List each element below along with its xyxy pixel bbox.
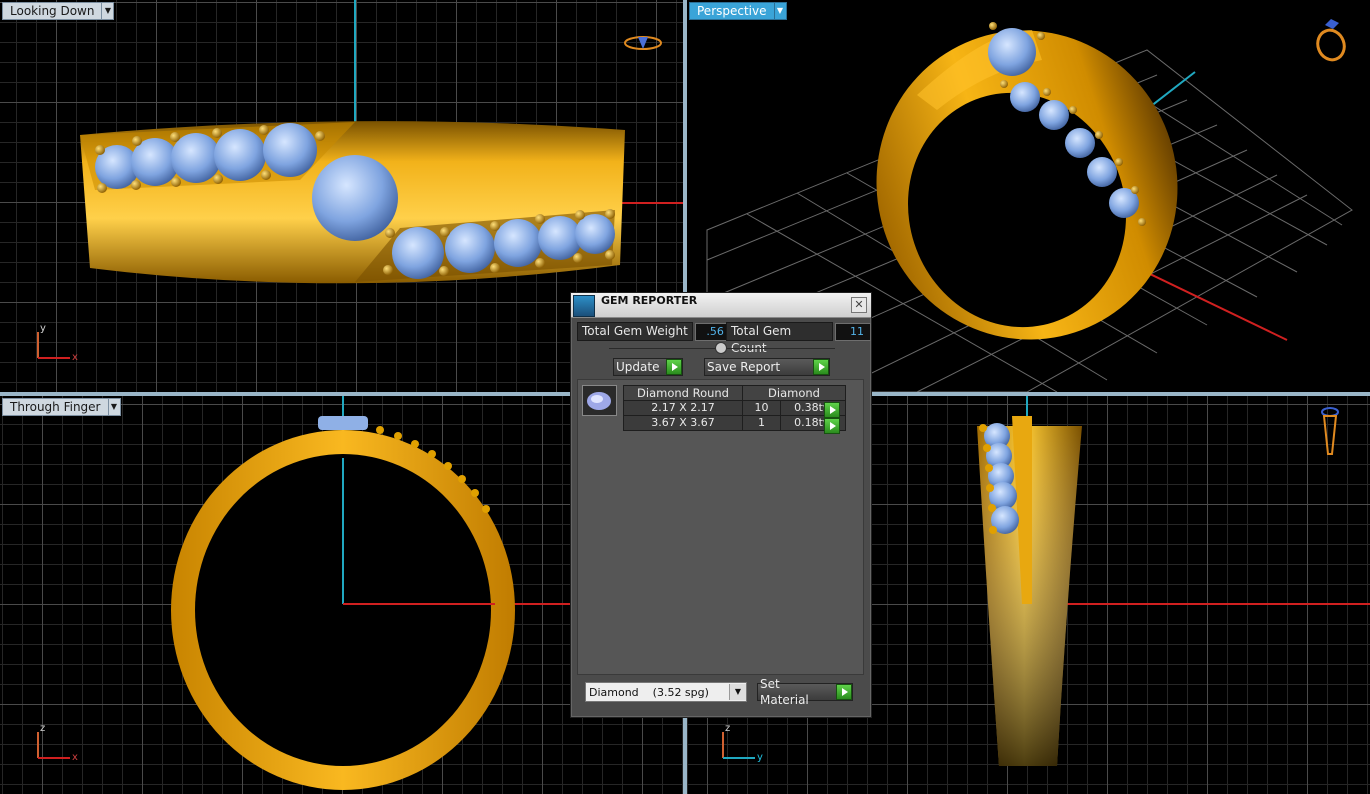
table-header-row: Diamond Round Diamond [623,385,846,401]
view-dropdown-icon[interactable]: ▼ [108,398,121,416]
center-gem-edge [318,416,368,430]
column-header-shape: Diamond Round [623,385,743,401]
gem-size: 3.67 X 3.67 [623,415,743,431]
gem-size: 2.17 X 2.17 [623,400,743,416]
total-gem-count-row: Total Gem Count 11 [726,322,871,355]
dialog-title: GEM REPORTER [601,294,698,307]
play-icon [836,684,852,700]
total-gem-count-value: 11 [835,322,871,341]
axis-indicator: y x [37,323,78,363]
ring-orientation-icon [1316,19,1346,62]
ring-orientation-icon [1321,407,1339,455]
svg-text:z: z [725,723,730,734]
total-gem-count-label: Total Gem Count [726,322,834,355]
center-gem [312,155,398,241]
set-material-button[interactable]: Set Material [757,677,853,707]
svg-text:y: y [40,323,46,334]
gem-count: 1 [742,415,781,431]
close-icon[interactable]: ✕ [851,297,867,313]
total-gem-weight-row: Total Gem Weight .56 [577,322,731,341]
gem-reporter-dialog: GEM REPORTER ✕ Total Gem Weight .56 Tota… [570,292,872,718]
svg-text:x: x [72,752,78,763]
table-row[interactable]: 2.17 X 2.17 10 0.38tw [623,400,846,416]
viewport-label-perspective[interactable]: Perspective ▼ [689,2,787,20]
column-header-material: Diamond [742,385,846,401]
total-gem-weight-label: Total Gem Weight [577,322,693,341]
chevron-down-icon[interactable]: ▼ [729,684,746,700]
select-row-play-icon[interactable] [824,418,840,434]
gem-list-panel: Diamond Round Diamond 2.17 X 2.17 10 0.3… [577,379,864,675]
gem-table: Diamond Round Diamond 2.17 X 2.17 10 0.3… [623,385,846,431]
gem-reporter-icon [573,295,595,317]
round-diamond-icon[interactable] [582,385,617,416]
axis-indicator: z y [722,723,763,763]
view-dropdown-icon[interactable]: ▼ [774,2,787,20]
update-button[interactable]: Update [613,358,683,376]
ring-orientation-icon [624,36,662,50]
gem-count: 10 [742,400,781,416]
collapse-handle-icon[interactable] [715,342,727,354]
viewport-label-through-finger[interactable]: Through Finger ▼ [2,398,121,416]
table-row[interactable]: 3.67 X 3.67 1 0.18tw [623,415,846,431]
svg-text:y: y [757,752,763,763]
axis-indicator: z x [37,723,78,763]
save-report-button[interactable]: Save Report [704,358,830,376]
select-row-play-icon[interactable] [824,402,840,418]
svg-text:x: x [72,352,78,363]
material-select[interactable]: Diamond (3.52 spg) ▼ [585,682,747,702]
play-icon [813,359,829,375]
dialog-titlebar[interactable]: GEM REPORTER ✕ [571,293,871,318]
viewport-label-looking-down[interactable]: Looking Down ▼ [2,2,115,20]
view-dropdown-icon[interactable]: ▼ [102,2,115,20]
play-icon [666,359,682,375]
svg-text:z: z [40,723,45,734]
